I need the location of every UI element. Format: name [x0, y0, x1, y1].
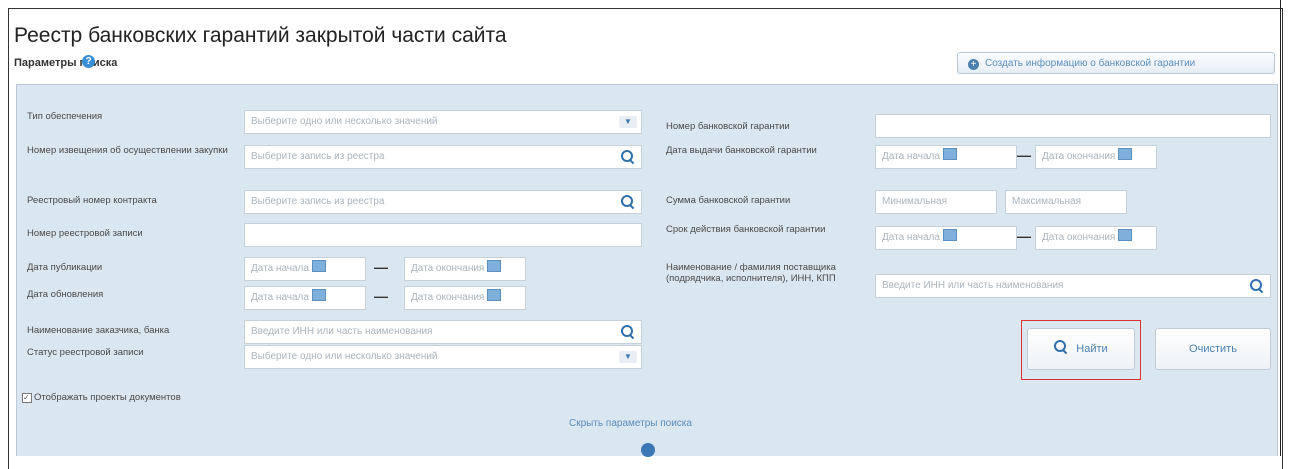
validity-end[interactable]: Дата окончания [1035, 226, 1157, 250]
plus-icon: + [968, 59, 979, 70]
validity-start-placeholder: Дата начала [882, 232, 940, 243]
help-icon[interactable]: ? [82, 55, 95, 68]
calendar-icon[interactable] [942, 229, 957, 241]
supplier-field[interactable]: Введите ИНН или часть наименования [875, 274, 1271, 298]
registry-entry-number-label: Номер реестровой записи [27, 228, 143, 239]
update-date-end-placeholder: Дата окончания [411, 292, 485, 303]
date-range-dash: — [374, 259, 388, 275]
calendar-icon[interactable] [311, 289, 326, 301]
update-date-label: Дата обновления [27, 289, 104, 300]
contract-number-field[interactable]: Выберите запись из реестра [244, 190, 642, 214]
update-date-start[interactable]: Дата начала [244, 286, 366, 310]
calendar-icon[interactable] [487, 260, 502, 272]
calendar-icon[interactable] [487, 289, 502, 301]
publish-date-end-placeholder: Дата окончания [411, 263, 485, 274]
show-drafts-label: Отображать проекты документов [34, 392, 181, 403]
create-guarantee-button[interactable]: + Создать информацию о банковской гаранти… [957, 52, 1275, 74]
guarantee-number-label: Номер банковской гарантии [666, 121, 790, 132]
contract-number-label: Реестровый номер контракта [27, 195, 157, 206]
notice-number-field[interactable]: Выберите запись из реестра [244, 145, 642, 169]
update-date-end[interactable]: Дата окончания [404, 286, 526, 310]
entry-status-label: Статус реестровой записи [27, 347, 144, 358]
right-edge-line [1280, 0, 1281, 456]
show-drafts-checkbox[interactable]: ✓ [22, 393, 32, 403]
search-params-label: Параметры поиска [14, 57, 118, 69]
date-range-dash: — [1017, 147, 1031, 163]
registry-entry-number-input[interactable] [244, 223, 642, 247]
calendar-icon[interactable] [1118, 148, 1133, 160]
customer-bank-placeholder: Введите ИНН или часть наименования [251, 326, 433, 337]
toggle-params-link[interactable]: Скрыть параметры поиска [569, 418, 692, 429]
security-type-select[interactable]: Выберите одно или несколько значений ▼ [244, 110, 642, 134]
issue-date-label: Дата выдачи банковской гарантии [666, 145, 817, 156]
supplier-placeholder: Введите ИНН или часть наименования [882, 280, 1064, 291]
calendar-icon[interactable] [1118, 229, 1133, 241]
issue-date-end-placeholder: Дата окончания [1042, 151, 1116, 162]
search-icon[interactable] [621, 195, 635, 209]
date-range-dash: — [1017, 228, 1031, 244]
find-button-highlight [1021, 320, 1141, 380]
update-date-start-placeholder: Дата начала [251, 292, 309, 303]
calendar-icon[interactable] [311, 260, 326, 272]
security-type-label: Тип обеспечения [27, 111, 103, 122]
chevron-down-icon[interactable]: ▼ [619, 351, 637, 363]
calendar-icon[interactable] [942, 148, 957, 160]
chevron-up-icon[interactable] [641, 443, 655, 457]
create-guarantee-label: Создать информацию о банковской гарантии [985, 58, 1196, 69]
amount-max-placeholder: Максимальная [1012, 196, 1082, 207]
issue-date-start[interactable]: Дата начала [875, 145, 1017, 169]
publish-date-start[interactable]: Дата начала [244, 257, 366, 281]
page-title: Реестр банковских гарантий закрытой част… [14, 24, 507, 47]
notice-number-placeholder: Выберите запись из реестра [251, 151, 385, 162]
validity-end-placeholder: Дата окончания [1042, 232, 1116, 243]
customer-bank-field[interactable]: Введите ИНН или часть наименования [244, 320, 642, 344]
search-panel [16, 84, 1278, 456]
amount-min-input[interactable]: Минимальная [875, 190, 997, 214]
validity-label: Срок действия банковской гарантии [666, 224, 826, 235]
clear-button[interactable]: Очистить [1155, 328, 1271, 370]
amount-label: Сумма банковской гарантии [666, 195, 791, 206]
date-range-dash: — [374, 288, 388, 304]
amount-max-input[interactable]: Максимальная [1005, 190, 1127, 214]
contract-number-placeholder: Выберите запись из реестра [251, 196, 385, 207]
publish-date-label: Дата публикации [27, 262, 103, 273]
entry-status-select[interactable]: Выберите одно или несколько значений ▼ [244, 345, 642, 369]
guarantee-number-input[interactable] [875, 114, 1271, 138]
entry-status-placeholder: Выберите одно или несколько значений [251, 351, 438, 362]
publish-date-start-placeholder: Дата начала [251, 263, 309, 274]
publish-date-end[interactable]: Дата окончания [404, 257, 526, 281]
notice-number-label: Номер извещения об осуществлении закупки [27, 145, 228, 156]
issue-date-end[interactable]: Дата окончания [1035, 145, 1157, 169]
issue-date-start-placeholder: Дата начала [882, 151, 940, 162]
validity-start[interactable]: Дата начала [875, 226, 1017, 250]
security-type-placeholder: Выберите одно или несколько значений [251, 116, 438, 127]
search-icon[interactable] [1250, 279, 1264, 293]
search-icon[interactable] [621, 325, 635, 339]
chevron-down-icon[interactable]: ▼ [619, 116, 637, 128]
amount-min-placeholder: Минимальная [882, 196, 948, 207]
supplier-label: Наименование / фамилия поставщика (подря… [666, 262, 836, 284]
search-icon[interactable] [621, 150, 635, 164]
customer-bank-label: Наименование заказчика, банка [27, 325, 170, 336]
